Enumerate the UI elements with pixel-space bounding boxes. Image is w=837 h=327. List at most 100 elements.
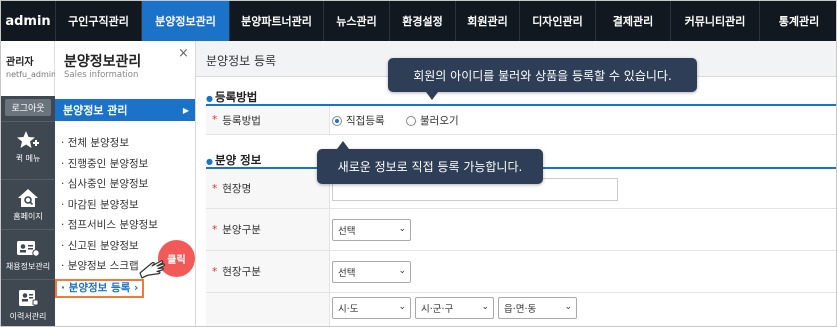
- dong-select[interactable]: 읍·면·동 ⌄: [498, 297, 577, 319]
- field-label-text: 현장구분: [222, 266, 261, 278]
- star-plus-icon: [17, 130, 39, 148]
- chevron-down-icon: ⌄: [564, 302, 572, 312]
- required-mark: *: [212, 114, 218, 126]
- nav-news[interactable]: 뉴스관리: [324, 1, 390, 41]
- tooltip-text: 새로운 정보로 직접 등록 가능합니다.: [337, 160, 523, 174]
- row-register-method: * 등록방법 직접등록 불러오기: [206, 106, 836, 135]
- recruit-manage-button[interactable]: 채용정보관리: [1, 229, 55, 279]
- row-region: 시·도 ⌄ 시·군·구 ⌄ 읍·면·동 ⌄: [206, 293, 836, 326]
- resume-manage-button[interactable]: 이력서관리: [1, 279, 55, 326]
- nav-statistics[interactable]: 통계관리: [760, 1, 836, 41]
- submenu-section-label: 분양정보 관리: [63, 104, 128, 117]
- field-label-text: 현장명: [222, 183, 252, 195]
- section-heading-method: ● 등록방법: [206, 89, 257, 105]
- user-role: 관리자: [6, 57, 34, 68]
- nav-community[interactable]: 커뮤니티관리: [671, 1, 760, 41]
- submenu-item-review[interactable]: · 심사중인 분양정보: [61, 176, 158, 197]
- home-search-icon: [18, 188, 38, 207]
- user-id: netfu_admin: [6, 70, 57, 79]
- nav-settings[interactable]: 환경설정: [390, 1, 456, 41]
- resume-manage-label: 이력서관리: [9, 311, 47, 321]
- submenu-section-header[interactable]: 분양정보 관리 ▶: [55, 99, 195, 121]
- submenu-item-label: 마감된 분양정보: [67, 198, 139, 211]
- submenu-item-label: 점프서비스 분양정보: [67, 219, 158, 231]
- submenu-item-register[interactable]: · 분양정보 등록 ›: [55, 278, 145, 298]
- pointing-hand-icon: [139, 260, 165, 279]
- site-type-select[interactable]: 선택 ⌄: [332, 261, 411, 283]
- submenu-item-jump[interactable]: · 점프서비스 분양정보: [61, 217, 158, 238]
- radio-circle-checked[interactable]: [332, 115, 342, 126]
- select-value: 선택: [338, 226, 356, 237]
- field-label: [206, 293, 330, 326]
- submenu-item-label: 분양정보 스크랩: [67, 260, 139, 272]
- panel-title: 분양정보관리: [64, 54, 142, 70]
- radio-label: 직접등록: [346, 115, 385, 127]
- tooltip-tail: [337, 141, 349, 149]
- tooltip-text: 회원의 아이디를 불러와 상품을 등록할 수 있습니다.: [413, 68, 672, 83]
- quick-menu-button[interactable]: 퀵 메뉴: [1, 121, 55, 171]
- homepage-label: 홈페이지: [13, 211, 43, 221]
- tooltip-load-hint: 회원의 아이디를 불러와 상품을 등록할 수 있습니다.: [388, 58, 697, 100]
- nav-design[interactable]: 디자인관리: [520, 1, 596, 41]
- bullet-icon: ●: [206, 157, 213, 166]
- submenu-item-ongoing[interactable]: · 진행중인 분양정보: [61, 156, 158, 177]
- required-mark: *: [212, 223, 218, 236]
- recruit-manage-label: 채용정보관리: [5, 261, 51, 271]
- homepage-button[interactable]: 홈페이지: [1, 179, 55, 229]
- resume-icon: [19, 289, 39, 306]
- row-site-type: * 현장구분 선택 ⌄: [206, 251, 836, 293]
- field-label: * 분양구분: [206, 209, 330, 250]
- submenu-item-label: 신고된 분양정보: [67, 239, 139, 252]
- app-frame: admin 구인구직관리 분양정보관리 분양파트너관리 뉴스관리 환경설정 회원…: [0, 0, 837, 327]
- nav-payment[interactable]: 결제관리: [596, 1, 671, 41]
- required-mark: *: [212, 265, 218, 278]
- submenu-item-label: 전체 분양정보: [67, 137, 129, 149]
- category-select[interactable]: 선택 ⌄: [332, 219, 411, 241]
- radio-load[interactable]: 불러오기: [406, 113, 459, 128]
- chevron-down-icon: ⌄: [398, 266, 406, 276]
- field-label-text: 등록방법: [222, 114, 261, 127]
- chevron-right-icon: ›: [133, 281, 139, 294]
- select-value: 시·도: [338, 304, 359, 315]
- submenu-item-label: 분양정보 등록: [68, 281, 131, 294]
- submenu-item-all[interactable]: · 전체 분양정보: [61, 135, 158, 156]
- nav-recruit[interactable]: 구인구직관리: [56, 1, 142, 41]
- icon-sidebar: 관리자 netfu_admin 로그아웃 퀵 메뉴 홈페이지 채용정보관리 이력…: [1, 41, 57, 326]
- submenu-item-label: 심사중인 분양정보: [67, 178, 149, 190]
- section-heading-label: 분양 정보: [214, 153, 262, 167]
- nav-sales-info[interactable]: 분양정보관리: [142, 1, 230, 41]
- required-mark: *: [212, 182, 218, 195]
- bullet-icon: ●: [206, 94, 213, 103]
- select-value: 선택: [338, 268, 356, 279]
- sido-select[interactable]: 시·도 ⌄: [332, 297, 411, 319]
- tooltip-tail: [426, 92, 438, 100]
- tooltip-direct-hint: 새로운 정보로 직접 등록 가능합니다.: [317, 141, 543, 184]
- submenu-panel: 분양정보관리 Sales information × 분양정보 관리 ▶ · 전…: [55, 41, 196, 326]
- close-icon[interactable]: ×: [178, 46, 189, 61]
- radio-direct-register[interactable]: 직접등록: [332, 113, 385, 128]
- field-label: * 현장명: [206, 169, 330, 208]
- top-nav: admin 구인구직관리 분양정보관리 분양파트너관리 뉴스관리 환경설정 회원…: [1, 1, 836, 41]
- row-category: * 분양구분 선택 ⌄: [206, 209, 836, 251]
- select-value: 시·군·구: [421, 304, 454, 315]
- chevron-down-icon: ⌄: [481, 302, 489, 312]
- nav-sales-partner[interactable]: 분양파트너관리: [230, 1, 324, 41]
- admin-logo[interactable]: admin: [1, 1, 56, 41]
- radio-label: 불러오기: [420, 115, 459, 127]
- section-heading-sales-info: ● 분양 정보: [206, 152, 261, 168]
- field-label: * 등록방법: [206, 106, 330, 134]
- caret-right-icon: ▶: [182, 105, 189, 115]
- gugun-select[interactable]: 시·군·구 ⌄: [415, 297, 494, 319]
- chevron-down-icon: ⌄: [398, 302, 406, 312]
- field-label: * 현장구분: [206, 251, 330, 292]
- chevron-down-icon: ⌄: [398, 224, 406, 234]
- nav-members[interactable]: 회원관리: [456, 1, 520, 41]
- quick-menu-label: 퀵 메뉴: [15, 153, 41, 163]
- submenu-item-label: 진행중인 분양정보: [67, 157, 149, 170]
- panel-subtitle: Sales information: [64, 70, 139, 80]
- submenu-item-closed[interactable]: · 마감된 분양정보: [61, 197, 158, 218]
- logout-button[interactable]: 로그아웃: [5, 99, 51, 116]
- section-heading-label: 등록방법: [214, 90, 258, 104]
- radio-circle[interactable]: [406, 115, 416, 126]
- user-info: 관리자 netfu_admin: [1, 41, 57, 96]
